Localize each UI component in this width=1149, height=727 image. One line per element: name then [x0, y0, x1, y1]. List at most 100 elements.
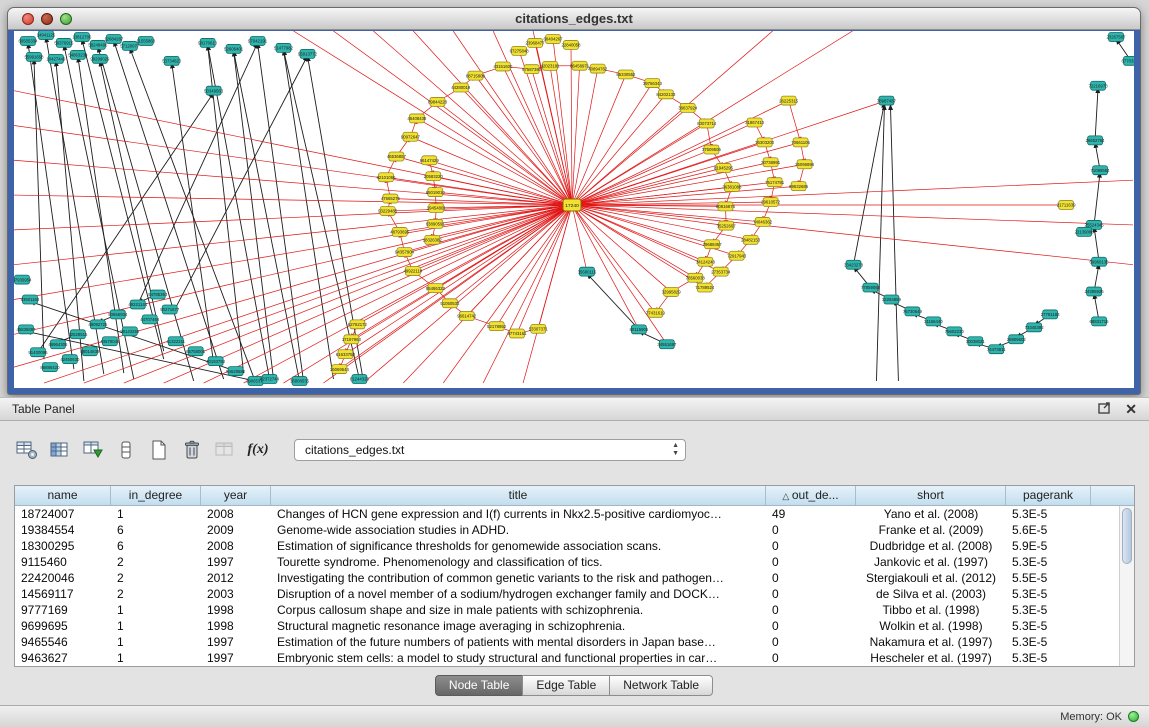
table-row[interactable]: 1938455462009Genome-wide association stu…	[15, 522, 1119, 538]
tab-network-table[interactable]: Network Table	[609, 675, 713, 696]
delete-column-icon[interactable]	[179, 438, 205, 462]
cell-year: 2012	[201, 570, 271, 586]
table-row[interactable]: 2242004622012Investigating the contribut…	[15, 570, 1119, 586]
tab-node-table[interactable]: Node Table	[435, 675, 524, 696]
svg-text:43151600: 43151600	[493, 64, 513, 69]
cell-in_degree: 2	[111, 570, 201, 586]
close-window-button[interactable]	[22, 13, 34, 25]
svg-text:55991658: 55991658	[24, 55, 44, 60]
table-row[interactable]: 1456911722003Disruption of a novel membe…	[15, 586, 1119, 602]
svg-text:85758001: 85758001	[186, 349, 206, 354]
svg-text:34551697: 34551697	[657, 342, 677, 347]
svg-text:32995829: 32995829	[662, 290, 682, 295]
sort-ascending-icon: △	[782, 491, 791, 501]
cell-title: Disruption of a novel member of a sodium…	[271, 586, 766, 602]
table-row[interactable]: 1830029562008Estimation of significance …	[15, 538, 1119, 554]
cell-out_degree: 49	[766, 506, 856, 522]
zoom-window-button[interactable]	[60, 13, 72, 25]
svg-text:13812706: 13812706	[72, 35, 92, 40]
table-row[interactable]: 1872400712008Changes of HCN gene express…	[15, 506, 1119, 522]
new-column-icon[interactable]	[146, 438, 172, 462]
svg-text:49922114: 49922114	[404, 269, 423, 274]
svg-text:84202133: 84202133	[656, 92, 676, 97]
table-selector[interactable]: citations_edges.txt ▲▼	[294, 439, 686, 461]
cell-year: 1997	[201, 650, 271, 666]
graph-edge	[284, 50, 334, 379]
table-row[interactable]: 946554611997Estimation of the future num…	[15, 634, 1119, 650]
cell-in_degree: 1	[111, 506, 201, 522]
rename-column-icon[interactable]	[212, 438, 238, 462]
function-builder-icon[interactable]: f(x)	[245, 438, 271, 462]
graph-edge	[572, 205, 671, 292]
cell-filler	[1091, 650, 1119, 666]
graph-edge	[572, 205, 1133, 225]
graph-edge	[1094, 227, 1099, 262]
cell-name: 22420046	[15, 570, 111, 586]
svg-text:26225315: 26225315	[779, 98, 799, 103]
svg-text:21711639: 21711639	[1057, 203, 1076, 208]
cell-title: Tourette syndrome. Phenomenology and cla…	[271, 554, 766, 570]
cell-filler	[1091, 554, 1119, 570]
cell-pagerank: 5.3E-5	[1006, 554, 1091, 570]
minimize-window-button[interactable]	[41, 13, 53, 25]
column-header-in-degree[interactable]: in_degree	[111, 486, 201, 505]
graph-edge	[493, 31, 572, 205]
table-scrollbar[interactable]	[1119, 506, 1134, 666]
column-header-out-degree[interactable]: △ out_de...	[766, 486, 856, 505]
svg-text:70661105: 70661105	[791, 140, 810, 145]
graph-edge	[572, 162, 771, 205]
cell-year: 2009	[201, 522, 271, 538]
network-canvas[interactable]: 5330737197743161521789529661474251050533…	[14, 31, 1134, 388]
cell-filler	[1091, 602, 1119, 618]
cell-out_degree: 0	[766, 650, 856, 666]
table-row[interactable]: 911546021997Tourette syndrome. Phenomeno…	[15, 554, 1119, 570]
table-header: name in_degree year title △ out_de... sh…	[15, 486, 1134, 506]
svg-text:46964306: 46964306	[48, 342, 68, 347]
cell-filler	[1091, 634, 1119, 650]
cell-short: Hescheler et al. (1997)	[856, 650, 1006, 666]
network-window[interactable]: citations_edges.txt 53307371977431615217…	[7, 7, 1141, 395]
cell-short: Tibbo et al. (1998)	[856, 602, 1006, 618]
column-header-year[interactable]: year	[201, 486, 271, 505]
svg-text:45408438: 45408438	[407, 116, 427, 121]
import-table-icon[interactable]	[80, 438, 106, 462]
table-scrollbar-thumb[interactable]	[1122, 508, 1132, 564]
column-header-short[interactable]: short	[856, 486, 1006, 505]
svg-text:22840058: 22840058	[561, 43, 581, 48]
column-header-title[interactable]: title	[271, 486, 766, 505]
network-window-titlebar[interactable]: citations_edges.txt	[8, 8, 1140, 30]
table-toolbar: f(x) citations_edges.txt ▲▼	[14, 437, 686, 463]
cell-pagerank: 5.5E-5	[1006, 570, 1091, 586]
table-row[interactable]: 977716911998Corpus callosum shape and si…	[15, 602, 1119, 618]
svg-text:24395926: 24395926	[1085, 289, 1105, 294]
column-header-filler	[1091, 486, 1134, 505]
svg-text:22139088: 22139088	[1075, 230, 1095, 235]
cell-short: Stergiakouli et al. (2012)	[856, 570, 1006, 586]
cell-name: 9115460	[15, 554, 111, 570]
cell-pagerank: 5.3E-5	[1006, 618, 1091, 634]
table-row[interactable]: 969969511998Structural magnetic resonanc…	[15, 618, 1119, 634]
float-panel-icon[interactable]	[1098, 402, 1111, 417]
graph-edge	[1095, 88, 1098, 141]
cell-name: 14569117	[15, 586, 111, 602]
show-columns-icon[interactable]	[47, 438, 73, 462]
cell-out_degree: 0	[766, 602, 856, 618]
tab-edge-table[interactable]: Edge Table	[522, 675, 610, 696]
row-selector-icon[interactable]	[113, 438, 139, 462]
svg-text:57120077: 57120077	[120, 44, 140, 49]
graph-edge	[572, 108, 688, 205]
graph-edge	[572, 182, 775, 205]
cell-pagerank: 5.6E-5	[1006, 522, 1091, 538]
svg-text:74473811: 74473811	[987, 347, 1006, 352]
column-header-name[interactable]: name	[15, 486, 111, 505]
table-row[interactable]: 946362711997Embryonic stem cells: a mode…	[15, 650, 1119, 666]
svg-text:80816876: 80816876	[716, 204, 736, 209]
svg-text:37936954: 37936954	[14, 277, 32, 282]
close-panel-icon[interactable]: ✕	[1125, 403, 1137, 415]
svg-text:52606401: 52606401	[224, 47, 244, 52]
svg-text:61633753: 61633753	[336, 352, 356, 357]
svg-text:18326382: 18326382	[423, 238, 443, 243]
column-header-pagerank[interactable]: pagerank	[1006, 486, 1091, 505]
table-mode-icon[interactable]	[14, 438, 40, 462]
svg-text:23267507: 23267507	[1107, 35, 1127, 40]
